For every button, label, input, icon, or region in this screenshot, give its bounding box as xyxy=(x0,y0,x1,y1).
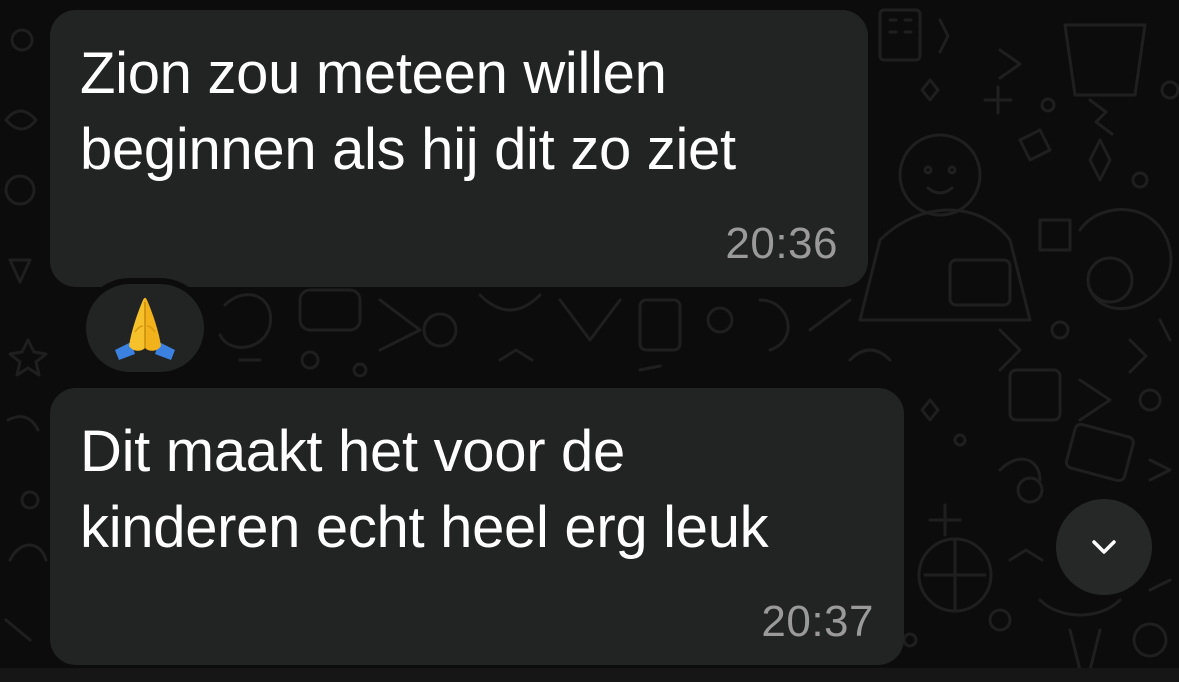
message-text: Dit maakt het voor de kinderen echt heel… xyxy=(80,419,769,560)
message-bubble[interactable]: Zion zou meteen willen beginnen als hij … xyxy=(50,10,868,287)
message-timestamp: 20:37 xyxy=(761,597,874,646)
message-timestamp: 20:36 xyxy=(725,219,838,268)
scroll-to-bottom-button[interactable] xyxy=(1056,499,1152,595)
folded-hands-icon xyxy=(115,297,175,360)
message-bubble[interactable]: Dit maakt het voor de kinderen echt heel… xyxy=(50,388,904,665)
chevron-down-icon xyxy=(1092,540,1116,554)
chat-view: Zion zou meteen willen beginnen als hij … xyxy=(0,0,1179,682)
message-reaction[interactable] xyxy=(80,278,210,378)
bottom-divider xyxy=(0,668,1179,682)
message-text: Zion zou meteen willen beginnen als hij … xyxy=(80,41,736,182)
